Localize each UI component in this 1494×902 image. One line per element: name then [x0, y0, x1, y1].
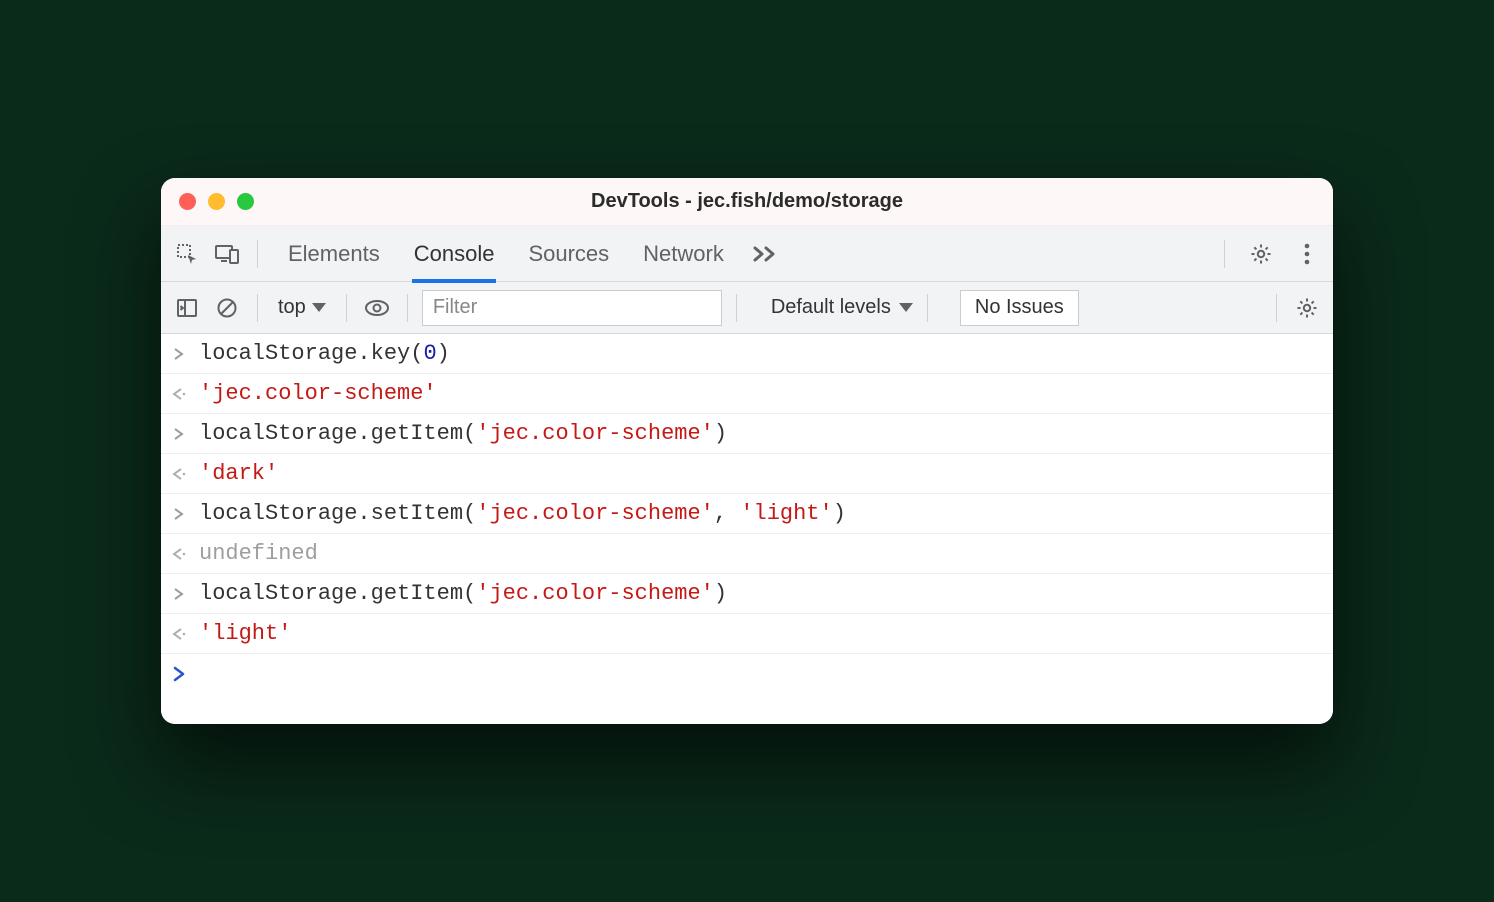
close-window-button[interactable]	[179, 193, 196, 210]
devtools-tabstrip: Elements Console Sources Network	[161, 226, 1333, 282]
console-output-row: 'light'	[161, 614, 1333, 654]
prompt-chevron-icon	[169, 666, 189, 682]
console-prompt-row[interactable]	[161, 654, 1333, 694]
code-text: localStorage.key(0)	[199, 341, 450, 366]
log-levels-label: Default levels	[771, 296, 891, 319]
divider	[927, 294, 928, 322]
tab-sources[interactable]: Sources	[528, 226, 609, 282]
tab-network[interactable]: Network	[643, 226, 724, 282]
code-text: 'jec.color-scheme'	[199, 381, 437, 406]
output-chevron-icon	[169, 627, 189, 641]
code-text: 'light'	[199, 621, 291, 646]
settings-icon[interactable]	[1245, 238, 1277, 270]
log-levels-selector[interactable]: Default levels	[771, 296, 913, 319]
console-output-row: undefined	[161, 534, 1333, 574]
chevron-down-icon	[312, 303, 326, 312]
devtools-window: DevTools - jec.fish/demo/storage Element…	[161, 178, 1333, 724]
divider	[257, 294, 258, 322]
tab-elements[interactable]: Elements	[288, 226, 380, 282]
code-text: undefined	[199, 541, 318, 566]
context-selector[interactable]: top	[278, 296, 326, 319]
context-label: top	[278, 296, 306, 319]
issues-label: No Issues	[975, 296, 1064, 319]
divider	[346, 294, 347, 322]
clear-console-icon[interactable]	[211, 292, 243, 324]
divider	[736, 294, 737, 322]
code-text: localStorage.getItem('jec.color-scheme')	[199, 581, 727, 606]
divider	[1224, 240, 1225, 268]
input-chevron-icon	[169, 507, 189, 521]
more-vertical-icon[interactable]	[1291, 238, 1323, 270]
console-output-row: 'jec.color-scheme'	[161, 374, 1333, 414]
chevron-down-icon	[899, 303, 913, 312]
output-chevron-icon	[169, 467, 189, 481]
code-text: localStorage.setItem('jec.color-scheme',…	[199, 501, 846, 526]
window-title: DevTools - jec.fish/demo/storage	[161, 190, 1333, 213]
device-toggle-icon[interactable]	[211, 238, 243, 270]
divider	[1276, 294, 1277, 322]
issues-button[interactable]: No Issues	[960, 290, 1079, 326]
console-input-row: localStorage.getItem('jec.color-scheme')	[161, 414, 1333, 454]
input-chevron-icon	[169, 427, 189, 441]
console-output-row: 'dark'	[161, 454, 1333, 494]
filter-input[interactable]	[422, 290, 722, 326]
console-toolbar: top Default levels No Issues	[161, 282, 1333, 334]
output-chevron-icon	[169, 547, 189, 561]
tab-console[interactable]: Console	[414, 226, 495, 282]
code-text: localStorage.getItem('jec.color-scheme')	[199, 421, 727, 446]
console-input-row: localStorage.getItem('jec.color-scheme')	[161, 574, 1333, 614]
output-chevron-icon	[169, 387, 189, 401]
divider	[407, 294, 408, 322]
console-output[interactable]: localStorage.key(0) 'jec.color-scheme' loc…	[161, 334, 1333, 724]
live-expression-icon[interactable]	[361, 292, 393, 324]
minimize-window-button[interactable]	[208, 193, 225, 210]
input-chevron-icon	[169, 347, 189, 361]
sidebar-toggle-icon[interactable]	[171, 292, 203, 324]
divider	[257, 240, 258, 268]
tabstrip-right	[1218, 238, 1323, 270]
maximize-window-button[interactable]	[237, 193, 254, 210]
panel-tabs: Elements Console Sources Network	[288, 226, 724, 282]
inspect-icon[interactable]	[171, 238, 203, 270]
window-titlebar: DevTools - jec.fish/demo/storage	[161, 178, 1333, 226]
console-input-row: localStorage.key(0)	[161, 334, 1333, 374]
code-text: 'dark'	[199, 461, 278, 486]
console-input-row: localStorage.setItem('jec.color-scheme',…	[161, 494, 1333, 534]
input-chevron-icon	[169, 587, 189, 601]
more-tabs-icon[interactable]	[752, 244, 778, 264]
console-settings-icon[interactable]	[1291, 292, 1323, 324]
traffic-lights	[179, 193, 254, 210]
